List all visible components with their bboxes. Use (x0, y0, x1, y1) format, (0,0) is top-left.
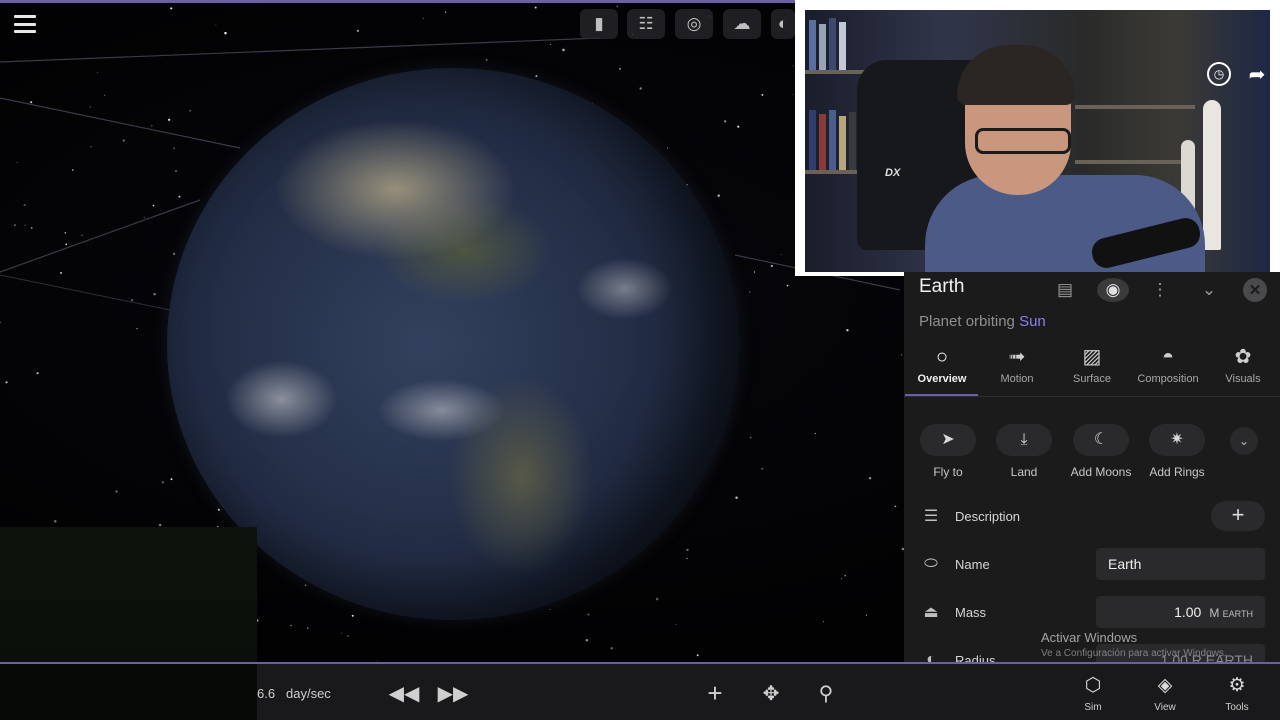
chevron-down-icon[interactable]: ⌄ (1197, 278, 1221, 302)
mass-value: 1.00 (1174, 604, 1202, 620)
tab-label: Motion (1000, 373, 1034, 385)
surface-icon: ▨ (1082, 346, 1102, 368)
layers-icon: ◈ (1157, 675, 1173, 696)
nav-sim[interactable]: ⬡ Sim (1068, 674, 1118, 713)
more-vertical-icon[interactable]: ⋮ (1148, 278, 1172, 302)
tab-surface[interactable]: ▨ Surface (1054, 344, 1130, 394)
nav-label: Tools (1225, 702, 1249, 713)
cloud-icon[interactable]: ☁ (723, 9, 761, 39)
mass-unit: M EARTH (1209, 606, 1253, 620)
fly-to-button[interactable]: ➤ Fly to (908, 424, 988, 479)
dark-overlay-region (0, 527, 257, 662)
rewind-icon[interactable]: ◀◀ (389, 678, 420, 708)
circle-outline-icon: ○ (935, 346, 949, 368)
action-label: Add Moons (1070, 465, 1132, 479)
action-label: Fly to (933, 465, 963, 479)
action-label: Add Rings (1149, 465, 1205, 479)
expand-actions-chevron-icon[interactable]: ⌄ (1230, 427, 1258, 455)
activate-windows-subtitle: Ve a Configuración para activar Windows. (1041, 648, 1227, 659)
motion-icon: ➟ (1008, 346, 1026, 368)
move-arrows-icon[interactable]: ✥ (756, 678, 786, 708)
search-icon[interactable]: ⚲ (811, 678, 841, 708)
hamburger-menu-icon[interactable] (12, 12, 38, 36)
description-lines-icon: ☰ (923, 508, 939, 525)
tab-label: Composition (1137, 373, 1199, 385)
radius-icon: ◐ (926, 651, 936, 662)
time-rate-value[interactable]: 6.6 (257, 686, 275, 701)
mass-label: Mass (955, 605, 987, 620)
webcam-video: DX ◷ ➦ (805, 10, 1270, 272)
description-label: Description (955, 509, 1021, 524)
book (829, 18, 836, 70)
bookshelf (1075, 160, 1195, 164)
name-input[interactable] (1096, 548, 1265, 580)
landing-icon: ⤓ (996, 424, 1052, 456)
book (839, 22, 846, 70)
rocket-model (1203, 100, 1221, 250)
cube-icon: ⬡ (1084, 675, 1102, 696)
book (819, 24, 826, 70)
book (819, 114, 826, 170)
chair-logo: DX (885, 167, 901, 179)
tag-icon: ⬭ (924, 555, 938, 572)
sliders-icon[interactable]: ☷ (627, 9, 665, 39)
object-info-panel: Earth ▤ ◉ ⋮ ⌄ ✕ Planet orbiting Sun ○ Ov… (904, 272, 1280, 662)
nav-view[interactable]: ◈ View (1140, 674, 1190, 713)
weight-icon: ⏏ (923, 604, 939, 621)
tab-motion[interactable]: ➟ Motion (979, 344, 1055, 394)
book (809, 110, 816, 170)
add-moons-button[interactable]: ☾ Add Moons (1061, 424, 1141, 479)
book (829, 110, 836, 170)
tabs-divider (904, 396, 1280, 397)
webcam-overlay: DX ◷ ➦ (795, 0, 1280, 276)
flashlight-icon[interactable]: ▮ (580, 9, 618, 39)
action-label: Land (1010, 465, 1038, 479)
tab-overview[interactable]: ○ Overview (904, 344, 980, 394)
subtitle-prefix: Planet orbiting (919, 313, 1015, 330)
name-label: Name (955, 557, 990, 572)
add-object-icon[interactable]: + (700, 678, 730, 708)
nav-tools[interactable]: ⚙ Tools (1212, 674, 1262, 713)
book (809, 20, 816, 70)
more-tool-icon[interactable]: ◐ (771, 9, 795, 39)
add-rings-button[interactable]: ✷ Add Rings (1137, 424, 1217, 479)
nav-label: Sim (1084, 702, 1102, 713)
palette-icon: ✿ (1234, 346, 1252, 368)
glasses (975, 128, 1071, 154)
panel-title: Earth (919, 276, 965, 297)
fast-forward-icon[interactable]: ▶▶ (438, 678, 469, 708)
dark-overlay-region (0, 664, 257, 720)
land-button[interactable]: ⤓ Land (984, 424, 1064, 479)
watch-later-icon[interactable]: ◷ (1207, 62, 1231, 86)
mass-field[interactable]: 1.00 M EARTH (1096, 596, 1265, 628)
close-icon[interactable]: ✕ (1243, 278, 1267, 302)
nav-label: View (1154, 702, 1176, 713)
book (849, 112, 856, 170)
tab-label: Overview (917, 373, 967, 385)
streamer-hair (957, 45, 1075, 105)
radius-label: Radius (955, 653, 996, 662)
book (839, 116, 846, 170)
parent-body-link[interactable]: Sun (1019, 313, 1046, 330)
add-description-button[interactable]: + (1211, 501, 1265, 531)
tab-visuals[interactable]: ✿ Visuals (1205, 344, 1280, 394)
panel-subtitle: Planet orbiting Sun (919, 313, 1046, 330)
tab-composition[interactable]: ◓ Composition (1130, 344, 1206, 394)
tools-icon: ⚙ (1228, 675, 1246, 696)
time-rate-unit: day/sec (286, 686, 331, 701)
share-icon[interactable]: ➦ (1245, 62, 1269, 86)
composition-icon: ◓ (1161, 346, 1175, 368)
activate-windows-title: Activar Windows (1041, 630, 1138, 645)
add-moon-icon: ☾ (1073, 424, 1129, 456)
paper-plane-icon: ➤ (920, 424, 976, 456)
info-card-icon[interactable]: ▤ (1053, 278, 1077, 302)
bottom-toolbar: 6.6 day/sec ◀◀ ▶▶ + ✥ ⚲ ⬡ Sim ◈ View ⚙ T… (0, 662, 1280, 720)
bookshelf (1075, 105, 1195, 109)
orbit-target-icon[interactable]: ◎ (675, 9, 713, 39)
tab-label: Visuals (1225, 373, 1261, 385)
tab-label: Surface (1073, 373, 1111, 385)
add-rings-icon: ✷ (1149, 424, 1205, 456)
eye-icon[interactable]: ◉ (1097, 278, 1129, 302)
